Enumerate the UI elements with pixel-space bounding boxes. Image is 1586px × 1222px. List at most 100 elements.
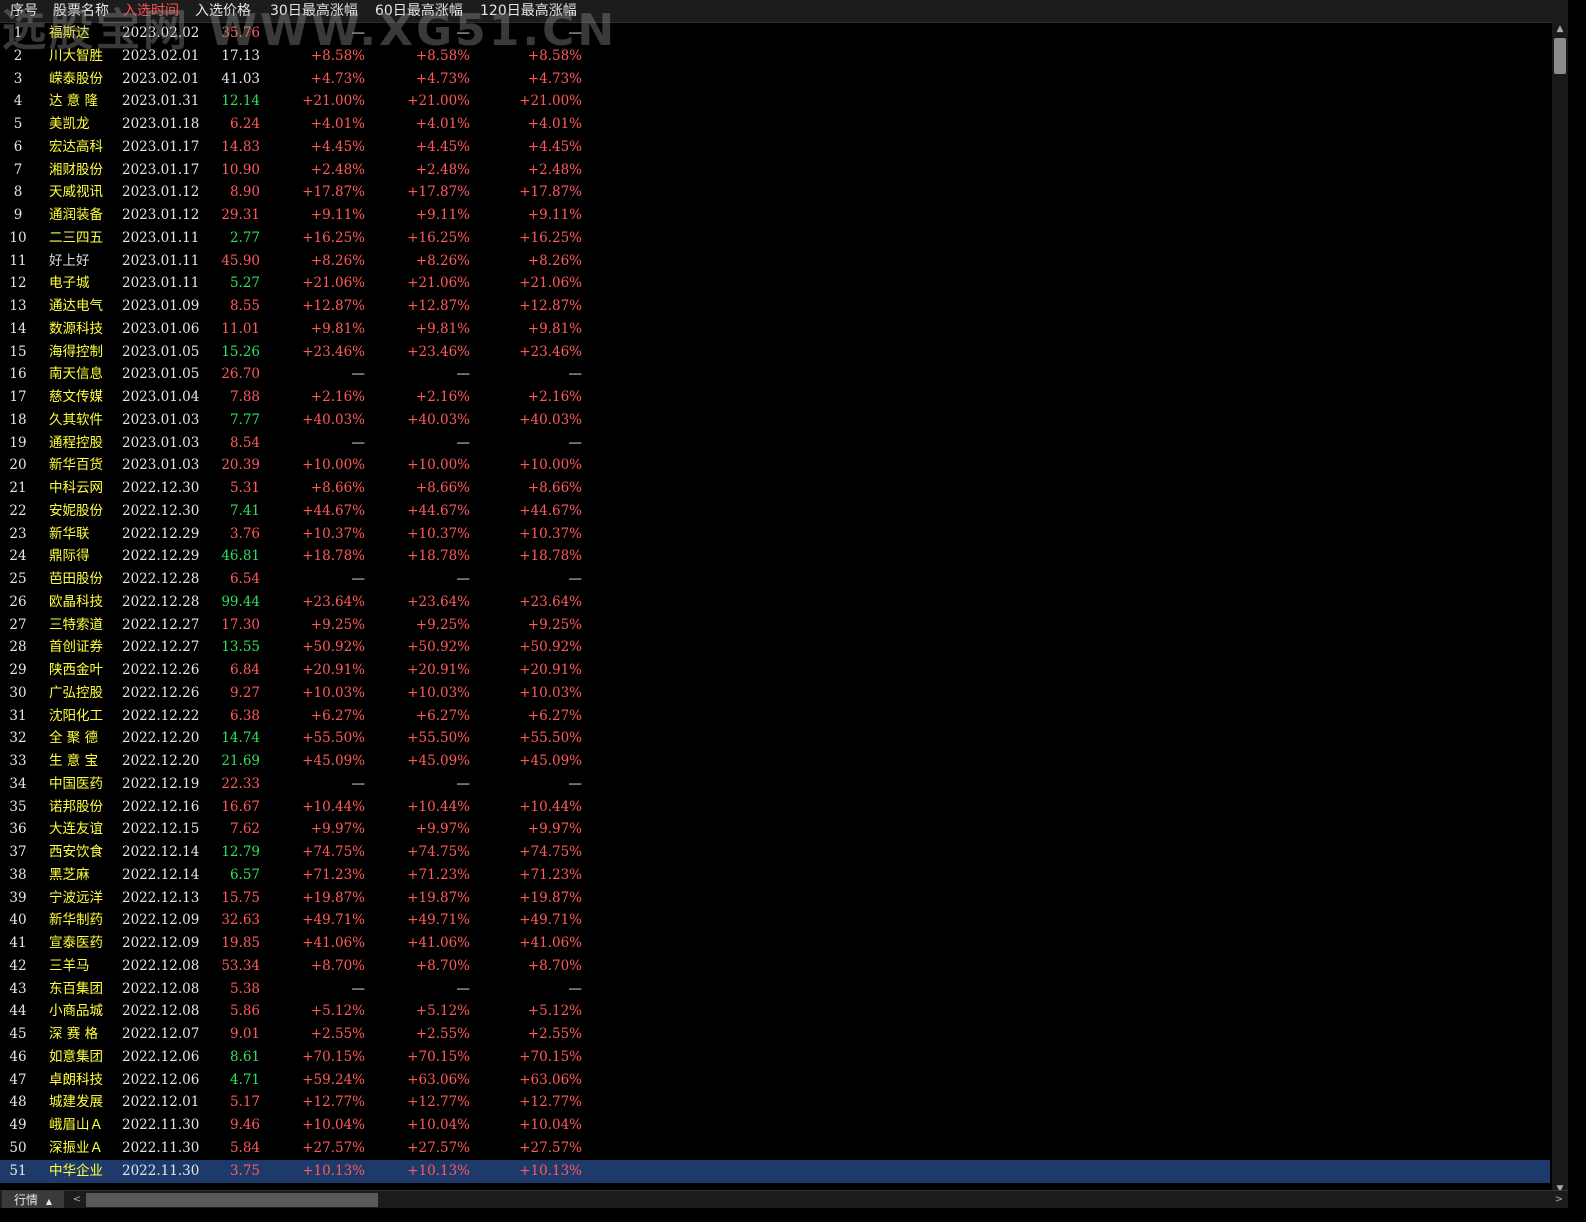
table-row[interactable]: 33 生 意 宝 2022.12.20 21.69 +45.09% +45.09% +45.… (0, 750, 1550, 773)
arrow-up-icon[interactable]: ▲ (1552, 22, 1568, 36)
gain-60d: +12.77% (407, 1094, 470, 1111)
table-row[interactable]: 18 久其软件 2023.01.03 7.77 +40.03% +40.03% +40.03… (0, 409, 1550, 432)
table-row[interactable]: 35 诺邦股份 2022.12.16 16.67 +10.44% +10.44% +10.4… (0, 796, 1550, 819)
select-price: 21.69 (221, 753, 260, 769)
table-row[interactable]: 14 数源科技 2023.01.06 11.01 +9.81% +9.81% +9.81% (0, 318, 1550, 341)
stock-name: 如意集团 (49, 1048, 103, 1065)
table-row[interactable]: 50 深振业Ａ 2022.11.30 5.84 +27.57% +27.57% +27.57… (0, 1137, 1550, 1160)
gain-120d: +4.73% (527, 70, 582, 87)
table-row[interactable]: 38 黑芝麻 2022.12.14 6.57 +71.23% +71.23% +71.23% (0, 864, 1550, 887)
horizontal-scroll-thumb[interactable] (86, 1193, 378, 1207)
select-price: 17.13 (221, 47, 260, 64)
table-row[interactable]: 1 福斯达 2023.02.02 35.76— — — (0, 22, 1550, 45)
table-row[interactable]: 24 鼎际得 2022.12.29 46.81 +18.78% +18.78% +18.78… (0, 545, 1550, 568)
gain-120d: — (568, 980, 583, 997)
table-row[interactable]: 22 安妮股份 2022.12.30 7.41 +44.67% +44.67% +44.67… (0, 500, 1550, 523)
arrow-left-icon[interactable]: < (70, 1191, 84, 1209)
table-row[interactable]: 40 新华制药 2022.12.09 32.63 +49.71% +49.71% +49.7… (0, 909, 1550, 932)
gain-30d: +18.78% (302, 548, 365, 565)
table-row[interactable]: 21 中科云网 2022.12.30 5.31 +8.66% +8.66% +8.66% (0, 477, 1550, 500)
stock-name: 沈阳化工 (49, 707, 103, 724)
row-index: 43 (9, 980, 27, 997)
table-row[interactable]: 16 南天信息 2023.01.05 26.70— — — (0, 363, 1550, 386)
stock-name: 安妮股份 (49, 502, 103, 519)
table-row[interactable]: 10 二三四五 2023.01.11 2.77 +16.25% +16.25% +16.25… (0, 227, 1550, 250)
gain-60d: +9.97% (415, 821, 470, 838)
table-row[interactable]: 7 湘财股份 2023.01.17 10.90 +2.48% +2.48% +2.48% (0, 159, 1550, 182)
table-row[interactable]: 25 芭田股份 2022.12.28 6.54— — — (0, 568, 1550, 591)
table-row[interactable]: 28 首创证券 2022.12.27 13.55 +50.92% +50.92% +50.9… (0, 636, 1550, 659)
select-price: 32.63 (221, 912, 260, 929)
gain-120d: +71.23% (519, 866, 582, 883)
table-row[interactable]: 31 沈阳化工 2022.12.22 6.38 +6.27% +6.27% +6.27% (0, 705, 1550, 728)
select-price: 19.85 (221, 935, 260, 951)
table-row[interactable]: 36 大连友谊 2022.12.15 7.62 +9.97% +9.97% +9.97% (0, 818, 1550, 841)
gain-120d: +4.45% (527, 138, 582, 155)
table-row[interactable]: 30 广弘控股 2022.12.26 9.27 +10.03% +10.03% +10.03… (0, 682, 1550, 705)
select-price: 10.90 (221, 161, 260, 178)
table-row[interactable]: 6 宏达高科 2023.01.17 14.83 +4.45% +4.45% +4.45% (0, 136, 1550, 159)
table-row[interactable]: 9 通润装备 2023.01.12 29.31 +9.11% +9.11% +9.11% (0, 204, 1550, 227)
header-select-price[interactable]: 入选价格 (195, 0, 251, 22)
vertical-scrollbar[interactable]: ▲ ▼ (1552, 22, 1568, 1196)
select-price: 5.31 (229, 480, 260, 496)
header-gain-60d[interactable]: 60日最高涨幅 (375, 0, 463, 22)
table-row[interactable]: 29 陕西金叶 2022.12.26 6.84 +20.91% +20.91% +20.91… (0, 659, 1550, 682)
stock-name: 通润装备 (49, 207, 103, 223)
gain-120d: +41.06% (519, 935, 582, 951)
table-row[interactable]: 3 嵘泰股份 2023.02.01 41.03 +4.73% +4.73% +4.73% (0, 68, 1550, 91)
table-row[interactable]: 4达 意 隆 2023.01.31 12.14 +21.00% +21.00% +21.0… (0, 90, 1550, 113)
vertical-scroll-thumb[interactable] (1554, 38, 1566, 74)
table-row[interactable]: 32 全 聚 德 2022.12.20 14.74 +55.50% +55.50% +55.… (0, 727, 1550, 750)
table-row[interactable]: 51 中华企业 2022.11.30 3.75 +10.13% +10.13% +10.13… (0, 1159, 1550, 1183)
table-row[interactable]: 48 城建发展 2022.12.01 5.17 +12.77% +12.77% +12.77… (0, 1091, 1550, 1114)
gain-60d: +2.55% (415, 1026, 470, 1042)
table-row[interactable]: 12 电子城 2023.01.11 5.27 +21.06% +21.06% +21.06% (0, 272, 1550, 295)
table-row[interactable]: 5 美凯龙 2023.01.18 6.24 +4.01% +4.01% +4.01% (0, 113, 1550, 136)
table-row[interactable]: 13 通达电气 2023.01.09 8.55 +12.87% +12.87% +12.87… (0, 295, 1550, 318)
arrow-right-icon[interactable]: > (1552, 1191, 1566, 1209)
table-row[interactable]: 42 三羊马 2022.12.08 53.34 +8.70% +8.70% +8.70% (0, 955, 1550, 978)
table-row[interactable]: 47 卓朗科技 2022.12.06 4.71 +59.24% +63.06% +63.06… (0, 1069, 1550, 1092)
table-row[interactable]: 37 西安饮食 2022.12.14 12.79 +74.75% +74.75% +74.7… (0, 841, 1550, 864)
select-price: 6.24 (229, 116, 260, 132)
gain-120d: — (568, 25, 583, 41)
gain-60d: — (456, 775, 471, 792)
table-row[interactable]: 17 慈文传媒 2023.01.04 7.88 +2.16% +2.16% +2.16% (0, 386, 1550, 409)
table-row[interactable]: 11 好上好 2023.01.11 45.90 +8.26% +8.26% +8.26% (0, 250, 1550, 273)
table-row[interactable]: 49 峨眉山Ａ 2022.11.30 9.46 +10.04% +10.04% +10.04… (0, 1114, 1550, 1137)
table-row[interactable]: 43 东百集团 2022.12.08 5.38— — — (0, 978, 1550, 1001)
table-row[interactable]: 39 宁波远洋 2022.12.13 15.75 +19.87% +19.87% +19.8… (0, 887, 1550, 910)
gain-30d: — (351, 25, 366, 41)
gain-30d: +59.24% (302, 1071, 365, 1088)
gain-30d: +55.50% (302, 730, 365, 747)
table-row[interactable]: 44 小商品城 2022.12.08 5.86 +5.12% +5.12% +5.12% (0, 1000, 1550, 1023)
table-row[interactable]: 15 海得控制 2023.01.05 15.26 +23.46% +23.46% +23.4… (0, 341, 1550, 364)
table-row[interactable]: 23 新华联 2022.12.29 3.76 +10.37% +10.37% +10.37% (0, 523, 1550, 546)
gain-30d: +16.25% (302, 229, 365, 246)
stock-name: 达 意 隆 (49, 93, 99, 110)
table-row[interactable]: 34 中国医药 2022.12.19 22.33— — — (0, 773, 1550, 796)
header-index[interactable]: 序号 (10, 0, 38, 22)
table-row[interactable]: 41 宣泰医药 2022.12.09 19.85 +41.06% +41.06% +41.0… (0, 932, 1550, 955)
gain-30d: +4.73% (310, 70, 365, 87)
table-row[interactable]: 19 通程控股 2023.01.03 8.54— — — (0, 432, 1550, 455)
table-row[interactable]: 26 欧晶科技 2022.12.28 99.44 +23.64% +23.64% +23.6… (0, 591, 1550, 614)
gain-120d: +9.81% (527, 320, 582, 337)
table-row[interactable]: 2 川大智胜 2023.02.01 17.13 +8.58% +8.58% +8.58% (0, 45, 1550, 68)
table-row[interactable]: 46 如意集团 2022.12.06 8.61 +70.15% +70.15% +70.15… (0, 1046, 1550, 1069)
stock-name: 嵘泰股份 (49, 70, 103, 87)
header-select-time[interactable]: 入选时间 (123, 0, 179, 22)
table-row[interactable]: 8 天威视讯 2023.01.12 8.90 +17.87% +17.87% +17.87% (0, 181, 1550, 204)
header-gain-30d[interactable]: 30日最高涨幅 (270, 0, 358, 22)
gain-30d: +8.26% (310, 252, 365, 269)
gain-120d: +6.27% (527, 707, 582, 724)
header-gain-120d[interactable]: 120日最高涨幅 (480, 0, 577, 22)
header-stock-name[interactable]: 股票名称 (53, 0, 109, 22)
table-row[interactable]: 27 三特索道 2022.12.27 17.30 +9.25% +9.25% +9.25% (0, 614, 1550, 637)
gain-30d: +6.27% (310, 707, 365, 724)
tab-quote[interactable]: 行情 ▲ (2, 1191, 64, 1209)
table-row[interactable]: 20 新华百货 2023.01.03 20.39 +10.00% +10.00% +10.0… (0, 454, 1550, 477)
select-price: 26.70 (221, 366, 260, 383)
table-row[interactable]: 45 深 赛 格 2022.12.07 9.01 +2.55% +2.55% +2.55% (0, 1023, 1550, 1046)
